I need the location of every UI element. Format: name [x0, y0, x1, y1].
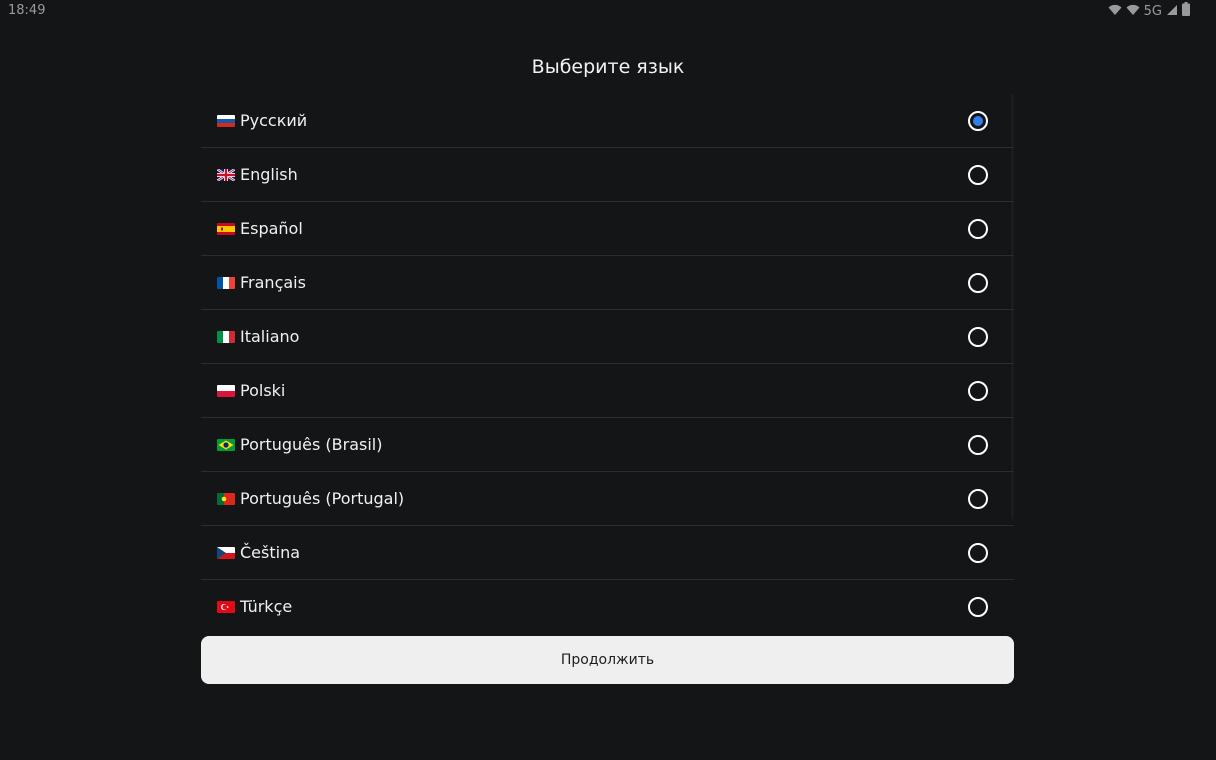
language-label: Русский [240, 111, 308, 130]
language-item-portuguese-brazil[interactable]: Português (Brasil) [201, 418, 1014, 472]
radio-button[interactable] [968, 326, 988, 347]
language-label: Türkçe [240, 597, 293, 616]
turkey-flag-icon [217, 600, 235, 613]
radio-button[interactable] [968, 164, 988, 185]
language-item-spanish[interactable]: Español [201, 202, 1014, 256]
radio-button[interactable] [968, 542, 988, 563]
radio-button[interactable] [968, 218, 988, 239]
language-item-italian[interactable]: Italiano [201, 310, 1014, 364]
language-label: Español [240, 219, 303, 238]
language-label: Français [240, 273, 306, 292]
language-item-russian[interactable]: Русский [201, 94, 1014, 148]
france-flag-icon [217, 276, 235, 289]
radio-button[interactable] [968, 596, 988, 617]
language-item-turkish[interactable]: Türkçe [201, 580, 1014, 633]
language-label: Italiano [240, 327, 300, 346]
radio-button[interactable] [968, 380, 988, 401]
russia-flag-icon [217, 114, 235, 127]
language-item-portuguese-portugal[interactable]: Português (Portugal) [201, 472, 1014, 526]
status-time: 18:49 [8, 3, 46, 18]
language-item-french[interactable]: Français [201, 256, 1014, 310]
continue-button[interactable]: Продолжить [201, 636, 1014, 684]
poland-flag-icon [217, 384, 235, 397]
radio-button[interactable] [968, 272, 988, 293]
czech-flag-icon [217, 546, 235, 559]
language-label: Português (Brasil) [240, 435, 383, 454]
uk-flag-icon [217, 168, 235, 181]
italy-flag-icon [217, 330, 235, 343]
language-label: Polski [240, 381, 286, 400]
portugal-flag-icon [217, 492, 235, 505]
radio-button[interactable] [968, 488, 988, 509]
status-bar: 18:49 5G [0, 0, 1216, 22]
brazil-flag-icon [217, 438, 235, 451]
spain-flag-icon [217, 222, 235, 235]
language-item-polish[interactable]: Polski [201, 364, 1014, 418]
language-item-english[interactable]: English [201, 148, 1014, 202]
wifi-icon [1126, 3, 1140, 21]
language-label: Português (Portugal) [240, 489, 405, 508]
radio-button[interactable] [968, 434, 988, 455]
language-item-czech[interactable]: Čeština [201, 526, 1014, 580]
radio-dot [973, 115, 983, 126]
language-label: Čeština [240, 543, 301, 562]
network-type-label: 5G [1143, 4, 1162, 19]
language-label: English [240, 165, 298, 184]
signal-icon [1166, 3, 1178, 21]
battery-icon [1182, 2, 1190, 21]
wifi-icon [1108, 3, 1122, 21]
page-title: Выберите язык [531, 56, 685, 78]
status-icons: 5G [1108, 2, 1190, 21]
radio-button-selected[interactable] [968, 110, 988, 131]
language-list[interactable]: Русский English Español Français Italian… [201, 94, 1014, 634]
